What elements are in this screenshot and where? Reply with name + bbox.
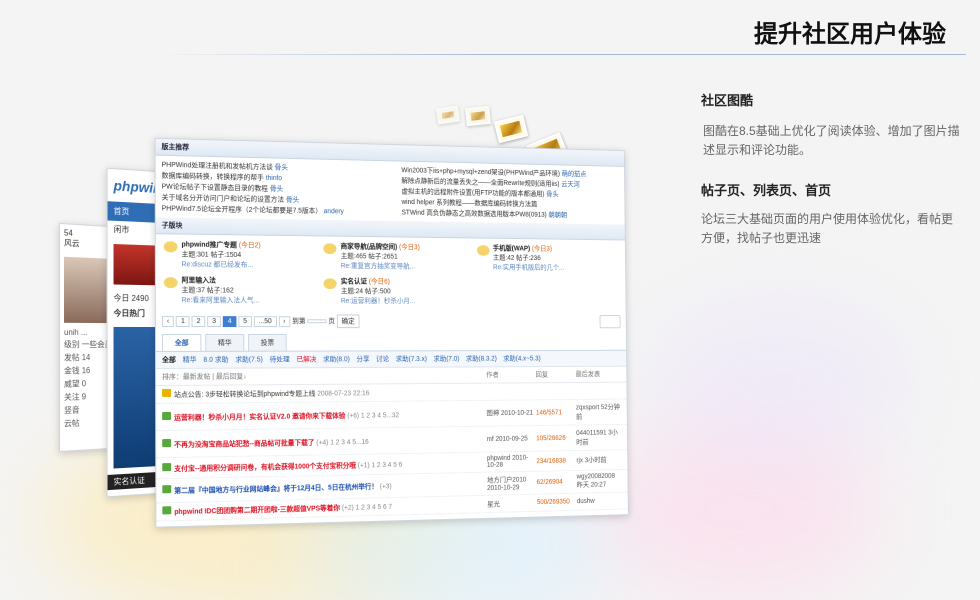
subforum-item[interactable]: 商家导航(品牌空间) (今日3) 主题:465 帖子:2651 Re:重复官方抽奖变… bbox=[323, 241, 472, 271]
thread-meta: (+1) 1 2 3 4 5 6 bbox=[357, 461, 403, 469]
thread-icon bbox=[162, 506, 172, 515]
tab-digest[interactable]: 精华 bbox=[205, 333, 245, 351]
forum-bubble-icon bbox=[476, 245, 490, 256]
forum-bubble-icon bbox=[163, 277, 178, 289]
thread-author[interactable]: 图神 2010-10-21 bbox=[486, 408, 536, 418]
thread-author[interactable]: 星光 bbox=[487, 498, 537, 509]
thread-author[interactable]: mf 2010-09-25 bbox=[487, 435, 537, 442]
pager-goto-input[interactable] bbox=[307, 319, 327, 324]
filter-item[interactable]: 求助(7.0) bbox=[433, 354, 459, 364]
pager-next[interactable]: › bbox=[278, 315, 291, 327]
filter-item[interactable]: 求助(7.5) bbox=[235, 355, 263, 365]
announcement-icon bbox=[162, 388, 172, 398]
thread-replies: 234/16838 bbox=[536, 457, 566, 465]
thread-title[interactable]: 运营利器！秒杀小月月！实名认证V2.0 邀请你来下载体验 bbox=[174, 412, 345, 421]
pager-go-button[interactable]: 确定 bbox=[336, 314, 360, 329]
filter-item[interactable]: 讨论 bbox=[376, 354, 389, 364]
col-replies: 回复 bbox=[535, 371, 549, 379]
tab-all[interactable]: 全部 bbox=[161, 333, 202, 351]
pager-page[interactable]: 3 bbox=[207, 315, 221, 327]
pager-last[interactable]: ...50 bbox=[253, 315, 277, 327]
thread-meta: 2008-07-23 22:16 bbox=[317, 390, 370, 398]
thread-icon bbox=[162, 411, 172, 420]
filter-item[interactable]: 全部 bbox=[162, 355, 176, 365]
filter-item[interactable]: 已解决 bbox=[296, 355, 316, 365]
thread-replies: 146/5571 bbox=[535, 409, 562, 417]
thread-last[interactable]: rjx 3小时前 bbox=[576, 455, 622, 465]
subforum-list: phpwind推广专题 (今日2) 主题:301 帖子:1504 Re:discuz… bbox=[156, 234, 626, 311]
thread-replies: 105/26626 bbox=[536, 434, 566, 442]
thread-icon bbox=[162, 485, 172, 494]
thread-meta: (+2) 1 2 3 4 5 6 7 bbox=[341, 503, 393, 512]
forum-bubble-icon bbox=[323, 243, 337, 255]
thread-last[interactable]: dushw bbox=[577, 497, 623, 505]
thread-title[interactable]: 第二届『中国地方与行业网站峰会』将于12月4日、5日在杭州举行！ bbox=[174, 484, 378, 495]
title-divider bbox=[150, 54, 966, 55]
sort-controls[interactable]: 排序：最新发帖 | 最后回复↓ bbox=[162, 370, 486, 382]
pager-page[interactable]: 1 bbox=[176, 315, 190, 327]
gallery-thumb-icon bbox=[435, 105, 461, 125]
thread-icon bbox=[162, 438, 172, 447]
thread-title[interactable]: 不再为没淘宝商品站犯愁--商品帖可批量下载了 bbox=[174, 439, 314, 448]
forum-bubble-icon bbox=[163, 241, 178, 253]
thread-title[interactable]: 站点公告: 3步轻松转换论坛到phpwind专题上线 bbox=[174, 391, 315, 399]
pagination: ‹ 1 2 3 4 5 ...50 › 到第 页 确定 发帖 bbox=[156, 310, 626, 332]
pager-current[interactable]: 4 bbox=[222, 315, 237, 327]
tab-poll[interactable]: 投票 bbox=[248, 333, 287, 351]
filter-item[interactable]: 求助(7.3.x) bbox=[396, 354, 427, 364]
user-role: 风云 bbox=[64, 238, 80, 249]
recommend-list: PHPWind处理注册机和发帖机方法谈 骨头 Win2003下iis+php+m… bbox=[156, 156, 625, 225]
thread-list-card: 版主推荐 PHPWind处理注册机和发帖机方法谈 骨头 Win2003下iis+… bbox=[154, 137, 629, 528]
pager-goto-label: 到第 bbox=[292, 318, 306, 326]
thread-meta: (+4) 1 2 3 4 5...16 bbox=[316, 438, 369, 447]
pager-page[interactable]: 2 bbox=[191, 315, 206, 327]
subforum-item[interactable]: 阿里输入法 主题:37 帖子:162 Re:看来阿里输入法人气... bbox=[163, 275, 318, 305]
subforum-item[interactable]: 手机版(WAP) (今日3) 主题:42 帖子:236 Re:实用手机版后的几个..… bbox=[476, 243, 619, 273]
gallery-thumb-icon bbox=[465, 105, 491, 127]
thread-tabs: 全部 精华 投票 bbox=[155, 332, 627, 353]
col-author: 作者 bbox=[486, 372, 499, 379]
thread-title[interactable]: 支付宝--通用积分调研问卷，有机会获得1000个支付宝积分哦 bbox=[174, 462, 356, 472]
thread-author[interactable]: 地方门户2010 2010-10-29 bbox=[487, 475, 537, 492]
filter-item[interactable]: 求助(4.x~5.3) bbox=[503, 354, 541, 364]
filter-item[interactable]: 精华 bbox=[183, 355, 197, 365]
filter-item[interactable]: 分享 bbox=[356, 354, 369, 364]
thread-last[interactable]: 044011591 3小时前 bbox=[576, 428, 622, 448]
feature-desc-pages: 论坛三大基础页面的用户使用体验优化，看帖更方便，找帖子也更迅速 bbox=[701, 212, 954, 245]
filter-item[interactable]: 待处理 bbox=[270, 355, 290, 365]
thread-replies: 500/269350 bbox=[536, 498, 570, 507]
pager-page[interactable]: 5 bbox=[238, 315, 252, 327]
thread-replies: 62/26904 bbox=[536, 478, 563, 487]
pager-page-label: 页 bbox=[328, 318, 335, 326]
filter-item[interactable]: 8.0 求助 bbox=[203, 355, 228, 365]
thread-author[interactable]: phpwind 2010-10-28 bbox=[487, 455, 537, 469]
feature-heading-pages: 帖子页、列表页、首页 bbox=[701, 183, 832, 198]
pager-prev[interactable]: ‹ bbox=[161, 315, 175, 327]
subforum-item[interactable]: phpwind推广专题 (今日2) 主题:301 帖子:1504 Re:discuz… bbox=[163, 239, 318, 270]
thread-meta: (+3) bbox=[379, 483, 392, 491]
thread-last[interactable]: zqxsport 52分钟前 bbox=[576, 402, 622, 421]
page-title: 提升社区用户体验 bbox=[754, 21, 946, 48]
col-last-post: 最后发表 bbox=[575, 371, 601, 379]
feature-heading-gallery: 社区图酷 bbox=[701, 93, 754, 108]
thread-meta: (+6) 1 2 3 4 5...32 bbox=[347, 411, 400, 420]
user-name: 54 bbox=[64, 228, 73, 238]
filter-item[interactable]: 求助(8.0) bbox=[323, 354, 350, 364]
filter-item[interactable]: 求助(8.3.2) bbox=[466, 354, 497, 364]
thread-title[interactable]: phpwind IDC团团购第二期开团啦-三款超值VPS等着你 bbox=[174, 505, 340, 516]
forum-bubble-icon bbox=[323, 278, 338, 290]
new-post-button[interactable]: 发帖 bbox=[599, 315, 621, 329]
thread-last[interactable]: wgy20082008 昨天 20:27 bbox=[577, 473, 623, 490]
thread-icon bbox=[162, 462, 172, 471]
feature-desc-gallery: 图酷在8.5基础上优化了阅读体验、增加了图片描述显示和评论功能。 bbox=[703, 124, 960, 157]
gallery-thumb-icon bbox=[493, 114, 529, 144]
subforum-item[interactable]: 实名认证 (今日6) 主题:24 帖子:500 Re:运营利器！秒杀小月... bbox=[323, 276, 472, 306]
